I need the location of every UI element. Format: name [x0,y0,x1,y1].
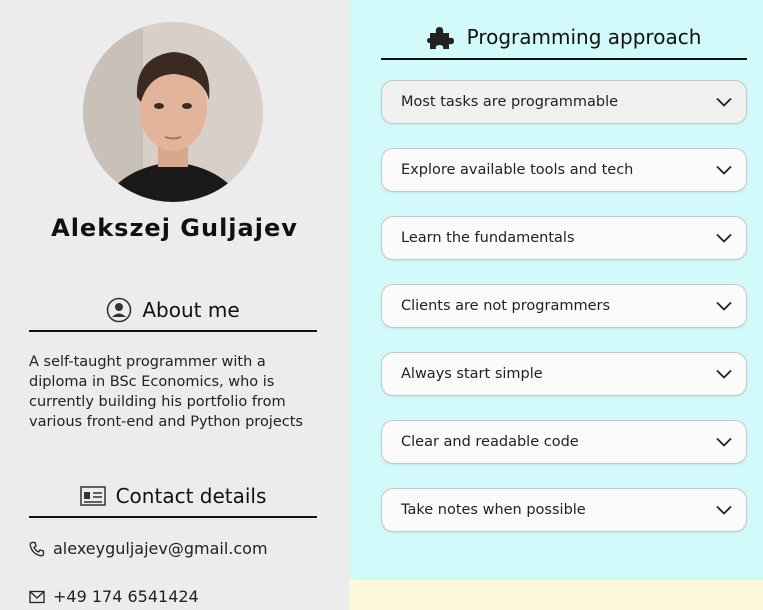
accordion-item[interactable]: Always start simple [381,352,747,396]
contact-email[interactable]: alexeyguljajev@gmail.com [53,539,268,558]
about-title: About me [142,298,240,322]
accordion-item[interactable]: Clients are not programmers [381,284,747,328]
profile-name: Alekszej Guljajev [51,214,298,242]
chevron-down-icon [716,369,732,379]
chevron-down-icon [716,301,732,311]
user-circle-icon [107,297,132,323]
about-heading: About me [29,290,317,332]
chevron-down-icon [716,165,732,175]
avatar [83,22,263,202]
about-text: A self-taught programmer with a diploma … [29,354,303,430]
accordion-item[interactable]: Clear and readable code [381,420,747,464]
chevron-down-icon [716,437,732,447]
chevron-down-icon [716,233,732,243]
accordion-label: Clear and readable code [401,434,579,450]
accordion-item[interactable]: Explore available tools and tech [381,148,747,192]
contact-email-row: alexeyguljajev@gmail.com [29,539,268,558]
contact-heading: Contact details [29,476,317,518]
accordion-item[interactable]: Most tasks are programmable [381,80,747,124]
approach-heading: Programming approach [381,16,747,60]
approach-title: Programming approach [466,25,702,49]
puzzle-icon [426,27,454,49]
mail-icon [29,590,45,603]
contact-phone[interactable]: +49 174 6541424 [53,587,199,606]
phone-icon [29,541,45,556]
accordion-item[interactable]: Take notes when possible [381,488,747,532]
footer-strip [349,580,763,610]
accordion-label: Most tasks are programmable [401,94,619,110]
id-card-icon [79,486,106,506]
accordion-label: Take notes when possible [401,502,586,518]
chevron-down-icon [716,97,732,107]
chevron-down-icon [716,505,732,515]
accordion-label: Clients are not programmers [401,298,611,314]
contact-title: Contact details [115,484,267,508]
accordion-label: Always start simple [401,366,543,382]
accordion-item[interactable]: Learn the fundamentals [381,216,747,260]
contact-phone-row: +49 174 6541424 [29,587,199,606]
accordion-label: Learn the fundamentals [401,230,575,246]
accordion-label: Explore available tools and tech [401,162,634,178]
profile-photo [83,22,263,202]
